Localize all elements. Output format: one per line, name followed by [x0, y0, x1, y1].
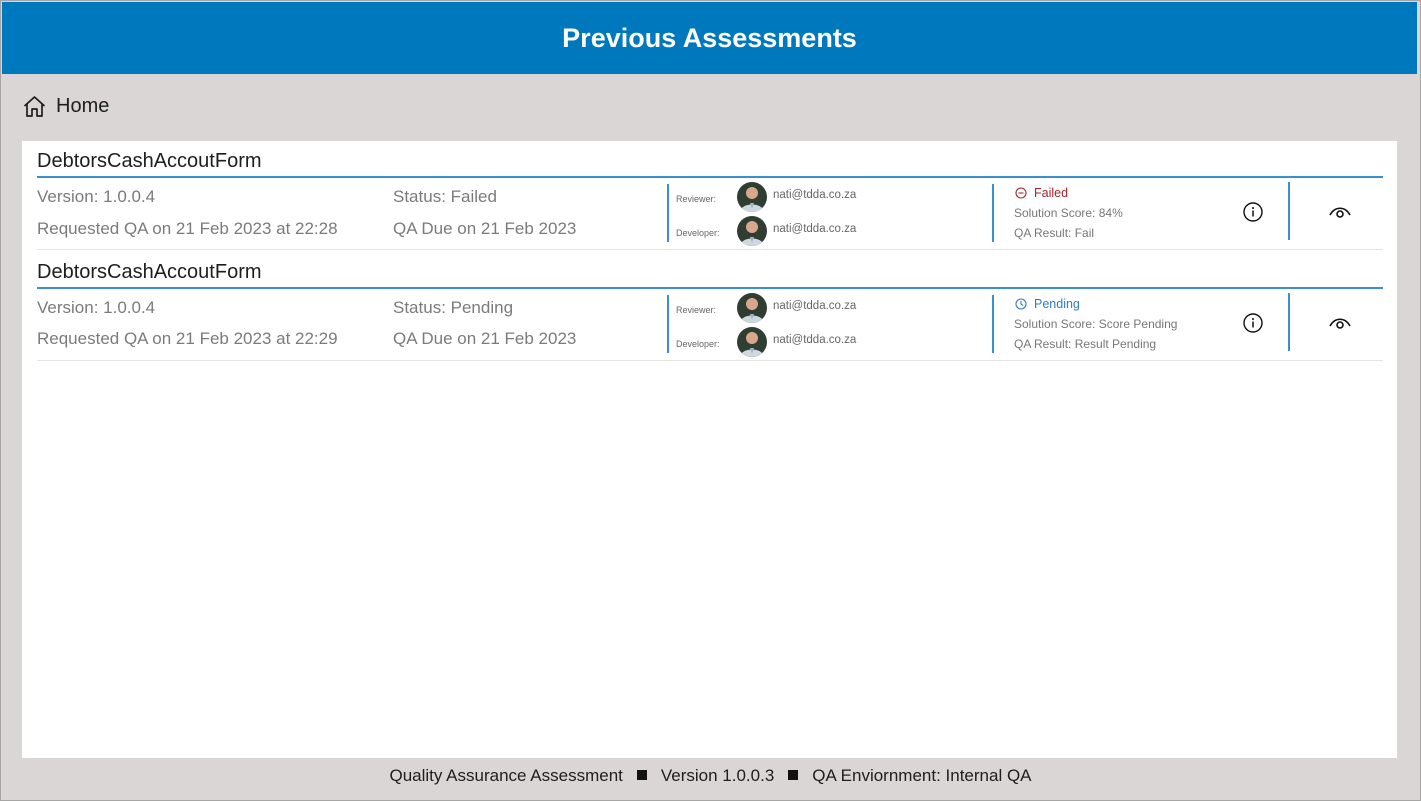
- page-header: Previous Assessments: [2, 2, 1417, 74]
- divider: [667, 184, 669, 242]
- solution-score: Solution Score: Score Pending: [1014, 317, 1178, 331]
- info-icon: [1243, 313, 1263, 333]
- reviewer-avatar: [737, 182, 767, 212]
- developer-email: nati@tdda.co.za: [773, 334, 857, 346]
- reviewer-label: Reviewer:: [676, 194, 717, 204]
- footer: Quality Assurance Assessment Version 1.0.…: [0, 766, 1421, 786]
- divider: [1288, 182, 1290, 240]
- info-button[interactable]: [1243, 202, 1263, 222]
- assessments-panel: DebtorsCashAccoutForm Version: 1.0.0.4 R…: [22, 141, 1397, 758]
- home-link[interactable]: Home: [22, 94, 109, 119]
- assessment-name: DebtorsCashAccoutForm: [37, 257, 1383, 289]
- developer-label: Developer:: [676, 339, 720, 349]
- reviewer-label: Reviewer:: [676, 305, 717, 315]
- version-text: Version: 1.0.0.4: [37, 187, 156, 206]
- reviewer-avatar: [737, 293, 767, 323]
- qa-result: QA Result: Fail: [1014, 226, 1095, 240]
- home-label: Home: [56, 95, 110, 117]
- home-icon: [22, 94, 47, 119]
- developer-label: Developer:: [676, 228, 720, 238]
- page-title: Previous Assessments: [562, 22, 857, 53]
- info-icon: [1243, 202, 1263, 222]
- due-text: QA Due on 21 Feb 2023: [393, 329, 577, 348]
- result-status: Pending: [1015, 297, 1080, 311]
- developer-avatar: [737, 216, 767, 246]
- solution-score: Solution Score: 84%: [1014, 206, 1123, 220]
- assessment-details: Version: 1.0.0.4 Requested QA on 21 Feb …: [37, 289, 1383, 361]
- status-text: Status: Pending: [393, 298, 514, 317]
- assessment-details: Version: 1.0.0.4 Requested QA on 21 Feb …: [37, 178, 1383, 250]
- separator-square: [636, 770, 647, 780]
- minus-circle-icon: [1015, 187, 1027, 199]
- eye-icon: [1329, 318, 1351, 329]
- view-button[interactable]: [1329, 205, 1351, 219]
- result-status: Failed: [1015, 186, 1068, 200]
- qa-result: QA Result: Result Pending: [1014, 337, 1157, 351]
- result-status-label: Failed: [1034, 186, 1069, 200]
- developer-email: nati@tdda.co.za: [773, 223, 857, 235]
- assessment-card[interactable]: DebtorsCashAccoutForm Version: 1.0.0.4 R…: [37, 257, 1383, 361]
- clock-icon: [1015, 298, 1027, 310]
- status-text: Status: Failed: [393, 187, 497, 206]
- view-button[interactable]: [1329, 316, 1351, 330]
- divider: [1288, 293, 1290, 351]
- requested-text: Requested QA on 21 Feb 2023 at 22:29: [37, 329, 338, 348]
- separator-square: [788, 770, 799, 780]
- due-text: QA Due on 21 Feb 2023: [393, 219, 577, 238]
- result-status-label: Pending: [1034, 297, 1080, 311]
- assessment-card[interactable]: DebtorsCashAccoutForm Version: 1.0.0.4 R…: [37, 146, 1383, 250]
- footer-environment: QA Enviornment: Internal QA: [812, 766, 1032, 785]
- divider: [667, 295, 669, 353]
- assessment-name: DebtorsCashAccoutForm: [37, 146, 1383, 178]
- reviewer-email: nati@tdda.co.za: [773, 189, 857, 201]
- footer-app-name: Quality Assurance Assessment: [389, 766, 623, 785]
- requested-text: Requested QA on 21 Feb 2023 at 22:28: [37, 219, 338, 238]
- footer-version: Version 1.0.0.3: [660, 766, 775, 785]
- divider: [992, 295, 994, 353]
- reviewer-email: nati@tdda.co.za: [773, 300, 857, 312]
- version-text: Version: 1.0.0.4: [37, 298, 156, 317]
- info-button[interactable]: [1243, 313, 1263, 333]
- developer-avatar: [737, 327, 767, 357]
- divider: [992, 184, 994, 242]
- eye-icon: [1329, 207, 1351, 218]
